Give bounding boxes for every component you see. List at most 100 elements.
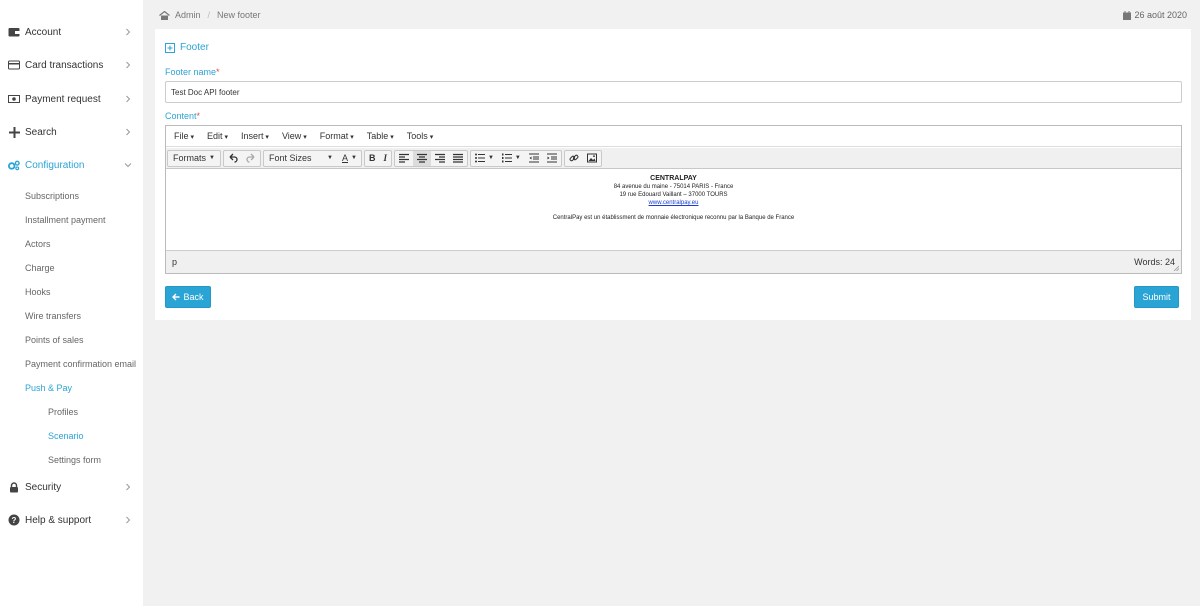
credit-card-icon bbox=[8, 59, 20, 71]
content-address-tours: 19 rue Edouard Vaillant – 37000 TOURS bbox=[619, 192, 728, 198]
menu-table[interactable]: Table bbox=[367, 131, 394, 141]
sidebar-subitem-scenario[interactable]: Scenario bbox=[48, 431, 84, 441]
outdent-icon bbox=[528, 153, 539, 163]
style-group: B I bbox=[363, 149, 392, 167]
sidebar-subitem-installment-payment[interactable]: Installment payment bbox=[25, 215, 106, 225]
bullet-list-button[interactable]: ▼ bbox=[471, 151, 498, 166]
banknote-icon bbox=[8, 93, 20, 105]
sidebar-item-search[interactable]: Search bbox=[0, 119, 143, 145]
redo-button[interactable] bbox=[242, 151, 260, 166]
back-button[interactable]: Back bbox=[165, 286, 211, 308]
sidebar-subitem-subscriptions[interactable]: Subscriptions bbox=[25, 191, 79, 201]
svg-text:?: ? bbox=[12, 516, 17, 525]
cogs-icon bbox=[8, 159, 20, 171]
menu-tools[interactable]: Tools bbox=[407, 131, 433, 141]
question-circle-icon: ? bbox=[8, 514, 20, 526]
align-left-button[interactable] bbox=[395, 151, 413, 166]
sidebar-subitem-settings-form[interactable]: Settings form bbox=[48, 455, 101, 465]
chevron-right-icon bbox=[126, 128, 131, 136]
insert-image-button[interactable] bbox=[583, 151, 601, 166]
menu-edit[interactable]: Edit bbox=[207, 131, 228, 141]
breadcrumb-separator: / bbox=[207, 10, 211, 20]
sidebar: Account Card transactions Payment reques… bbox=[0, 0, 143, 606]
undo-button[interactable] bbox=[224, 151, 242, 166]
editor-menubar: File Edit Insert View Format Table Tools bbox=[166, 126, 1181, 147]
content-website-link[interactable]: www.centralpay.eu bbox=[649, 200, 699, 206]
footer-name-input[interactable] bbox=[165, 81, 1182, 103]
menu-file[interactable]: File bbox=[174, 131, 194, 141]
numbered-list-button[interactable]: ▼ bbox=[498, 151, 525, 166]
home-icon bbox=[159, 10, 170, 20]
align-justify-icon bbox=[452, 153, 463, 163]
sidebar-subitem-payment-confirmation-email[interactable]: Payment confirmation email bbox=[25, 359, 136, 369]
sidebar-subitem-hooks[interactable]: Hooks bbox=[25, 287, 51, 297]
font-color-label: A bbox=[341, 153, 348, 163]
undo-icon bbox=[229, 153, 238, 163]
chevron-right-icon bbox=[126, 516, 131, 524]
align-justify-button[interactable] bbox=[449, 151, 467, 166]
align-center-button[interactable] bbox=[412, 150, 431, 166]
sidebar-subitem-wire-transfers[interactable]: Wire transfers bbox=[25, 311, 81, 321]
required-mark: * bbox=[196, 111, 201, 121]
sidebar-item-security[interactable]: Security bbox=[0, 474, 143, 500]
wallet-icon bbox=[8, 26, 20, 38]
caret-down-icon: ▼ bbox=[514, 155, 521, 161]
align-right-icon bbox=[434, 153, 445, 163]
calendar-icon bbox=[1123, 10, 1132, 20]
sidebar-subitem-points-of-sales[interactable]: Points of sales bbox=[25, 335, 84, 345]
caret-down-icon: ▼ bbox=[209, 155, 215, 161]
breadcrumb-admin[interactable]: Admin bbox=[175, 10, 201, 20]
redo-icon bbox=[246, 153, 255, 163]
editor-statusbar: p Words: 24 bbox=[166, 250, 1181, 273]
sidebar-item-label: Configuration bbox=[25, 159, 85, 171]
editor-content-area[interactable]: CENTRALPAY 84 avenue du maine - 75014 PA… bbox=[166, 170, 1181, 250]
chevron-right-icon bbox=[126, 95, 131, 103]
insert-link-button[interactable] bbox=[565, 151, 583, 166]
menu-view[interactable]: View bbox=[282, 131, 307, 141]
sidebar-item-card-transactions[interactable]: Card transactions bbox=[0, 52, 143, 78]
chevron-right-icon bbox=[126, 483, 131, 491]
sidebar-item-help-support[interactable]: ? Help & support bbox=[0, 507, 143, 533]
content-address-paris: 84 avenue du maine - 75014 PARIS - Franc… bbox=[613, 184, 734, 190]
back-label: Back bbox=[183, 292, 204, 302]
sidebar-item-payment-request[interactable]: Payment request bbox=[0, 86, 143, 112]
indent-button[interactable] bbox=[543, 151, 561, 166]
bullet-list-icon bbox=[474, 153, 485, 163]
submit-label: Submit bbox=[1142, 292, 1171, 302]
footer-name-label-text: Footer name bbox=[165, 67, 217, 77]
font-sizes-label: Font Sizes bbox=[268, 153, 312, 163]
resize-handle-icon[interactable] bbox=[1173, 265, 1179, 271]
formats-label: Formats bbox=[173, 153, 207, 163]
link-icon bbox=[569, 154, 579, 162]
insert-group bbox=[563, 149, 602, 167]
plus-square-icon bbox=[165, 42, 175, 53]
font-color-button[interactable]: A ▼ bbox=[338, 151, 361, 166]
caret-down-icon: ▼ bbox=[487, 155, 494, 161]
card-title: Footer bbox=[165, 42, 209, 53]
font-sizes-dropdown[interactable]: Font Sizes ▼ bbox=[264, 151, 338, 166]
sidebar-item-label: Payment request bbox=[25, 93, 101, 105]
sidebar-item-label: Help & support bbox=[25, 514, 92, 526]
editor-toolbar: Formats ▼ Font Sizes ▼ A ▼ B I ▼ ▼ bbox=[166, 148, 1181, 169]
outdent-button[interactable] bbox=[525, 151, 543, 166]
sidebar-subitem-profiles[interactable]: Profiles bbox=[48, 407, 78, 417]
sidebar-item-account[interactable]: Account bbox=[0, 19, 143, 45]
rich-text-editor: File Edit Insert View Format Table Tools… bbox=[165, 125, 1182, 274]
submit-button[interactable]: Submit bbox=[1134, 286, 1179, 308]
formats-dropdown[interactable]: Formats ▼ bbox=[168, 151, 220, 166]
align-right-button[interactable] bbox=[431, 151, 449, 166]
indent-icon bbox=[546, 153, 557, 163]
sidebar-subitem-push-pay[interactable]: Push & Pay bbox=[25, 383, 72, 393]
sidebar-subitem-actors[interactable]: Actors bbox=[25, 239, 51, 249]
required-mark: * bbox=[216, 67, 220, 77]
align-center-icon bbox=[416, 153, 427, 163]
bold-button[interactable]: B bbox=[365, 151, 380, 166]
sidebar-item-configuration[interactable]: Configuration bbox=[0, 152, 143, 178]
date-display: 26 août 2020 bbox=[1123, 10, 1187, 20]
italic-button[interactable]: I bbox=[379, 151, 391, 166]
menu-format[interactable]: Format bbox=[320, 131, 354, 141]
element-path[interactable]: p bbox=[172, 257, 177, 267]
sidebar-subitem-charge[interactable]: Charge bbox=[25, 263, 55, 273]
menu-insert[interactable]: Insert bbox=[241, 131, 269, 141]
